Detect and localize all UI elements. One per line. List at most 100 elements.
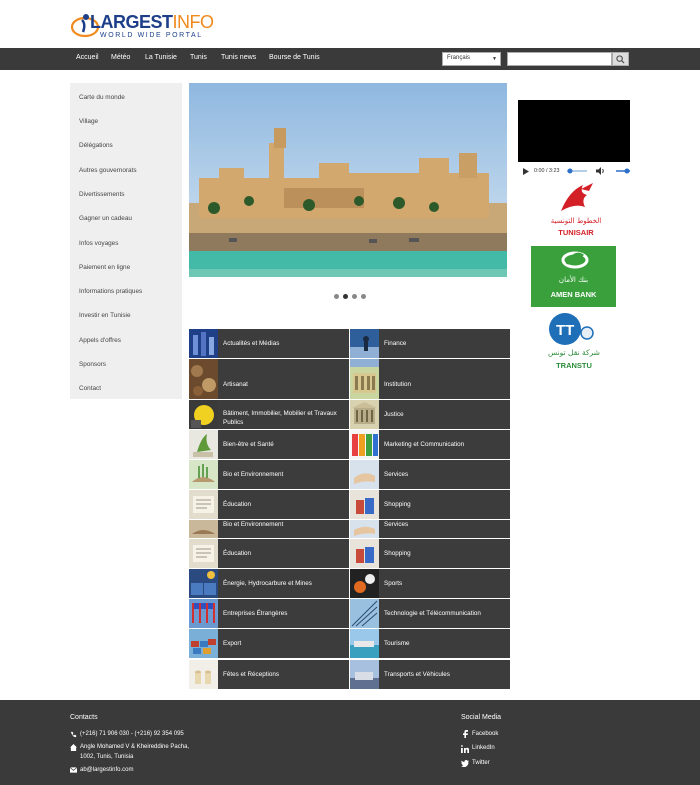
video-player[interactable] — [518, 100, 630, 162]
category-tile[interactable]: Tourisme — [350, 629, 510, 658]
category-tile[interactable]: Export — [189, 629, 349, 658]
sidebar-item-appels-d-offres[interactable]: Appels d'offres — [79, 337, 121, 344]
sidebar-item-carte-du-monde[interactable]: Carte du monde — [79, 94, 125, 101]
sidebar-item-divertissements[interactable]: Divertissements — [79, 191, 124, 198]
category-tile[interactable]: Énergie, Hydrocarbure et Mines — [189, 569, 349, 598]
transtu-tt-logo: TT — [549, 313, 594, 345]
linkedin-icon[interactable] — [461, 745, 469, 753]
nav-item-la-tunisie[interactable]: La Tunisie — [145, 54, 177, 61]
chevron-down-icon: ▼ — [492, 56, 497, 62]
category-label: Bio et Environnement — [223, 521, 284, 528]
category-tile[interactable]: Transports et Véhicules — [350, 660, 510, 689]
category-label: Bien-être et Santé — [223, 441, 274, 448]
category-tile[interactable]: Shopping — [350, 490, 510, 519]
category-thumbnail — [189, 400, 218, 429]
sidebar-item-village[interactable]: Village — [79, 118, 98, 125]
play-icon[interactable] — [523, 168, 529, 175]
category-thumbnail — [350, 490, 379, 519]
sponsor-transtu[interactable]: TT شركة نقل تونس TRANSTU — [543, 311, 605, 373]
home-icon — [70, 744, 77, 751]
footer-social-facebook[interactable]: Facebook — [472, 730, 498, 739]
category-tile[interactable]: Éducation — [189, 539, 349, 568]
category-thumbnail — [189, 569, 218, 598]
category-tile[interactable]: Services — [350, 520, 510, 538]
search-button[interactable] — [612, 52, 629, 66]
sidebar-item-delegations[interactable]: Délégations — [79, 142, 113, 149]
slider-dot[interactable] — [361, 294, 366, 299]
category-tile[interactable]: Bâtiment, Immobilier, Mobilier et Travau… — [189, 400, 349, 429]
category-tile[interactable]: Bien-être et Santé — [189, 430, 349, 459]
footer-social-twitter[interactable]: Twitter — [472, 759, 490, 768]
category-label: Bio et Environnement — [223, 471, 284, 478]
category-thumbnail — [350, 430, 379, 459]
volume-slider[interactable] — [616, 168, 630, 174]
footer-social-linkedin[interactable]: LinkedIn — [472, 744, 495, 753]
category-tile[interactable]: Éducation — [189, 490, 349, 519]
sidebar-item-infos-voyages[interactable]: Infos voyages — [79, 240, 118, 247]
sidebar-item-gagner-un-cadeau[interactable]: Gagner un cadeau — [79, 215, 132, 222]
language-select-value: Français — [447, 55, 471, 61]
site-logo[interactable]: LARGESTINFO WORLD WIDE PORTAL — [70, 10, 214, 42]
category-label: Institution — [384, 381, 411, 388]
tunisair-latin: TUNISAIR — [558, 228, 594, 237]
category-tile[interactable]: Bio et Environnement — [189, 460, 349, 489]
category-thumbnail — [350, 660, 379, 689]
footer-social-title: Social Media — [461, 714, 502, 721]
category-tile[interactable]: Shopping — [350, 539, 510, 568]
tunisair-arabic: الخطوط التونسية — [550, 217, 602, 225]
sidebar-item-contact[interactable]: Contact — [79, 385, 101, 392]
category-label: Entreprises Étrangères — [223, 610, 288, 617]
sponsor-amen-bank[interactable]: بنك الأمان AMEN BANK — [531, 246, 616, 307]
transtu-arabic: شركة نقل تونس — [548, 348, 600, 357]
category-tile[interactable]: Entreprises Étrangères — [189, 599, 349, 628]
nav-item-accueil[interactable]: Accueil — [76, 54, 99, 61]
footer: Contacts (+216) 71 906 030 - (+216) 92 3… — [0, 700, 700, 785]
category-thumbnail — [189, 460, 218, 489]
category-tile[interactable]: Institution — [350, 359, 510, 399]
language-select[interactable]: Français ▼ — [442, 52, 501, 66]
header: LARGESTINFO WORLD WIDE PORTAL — [0, 0, 700, 48]
sidebar-item-paiement-en-ligne[interactable]: Paiement en ligne — [79, 264, 130, 271]
nav-item-tunis-news[interactable]: Tunis news — [221, 54, 256, 61]
sidebar-item-informations-pratiques[interactable]: Informations pratiques — [79, 288, 142, 295]
footer-email[interactable]: ab@largestinfo.com — [80, 766, 133, 775]
category-thumbnail — [189, 539, 218, 568]
category-label: Bâtiment, Immobilier, Mobilier et Travau… — [223, 410, 337, 426]
category-tile[interactable]: Actualités et Médias — [189, 329, 349, 358]
category-tile[interactable]: Bio et Environnement — [189, 520, 349, 538]
category-tile[interactable]: Marketing et Communication — [350, 430, 510, 459]
volume-icon[interactable] — [596, 167, 605, 175]
sidebar-item-autres-gouvernorats[interactable]: Autres gouvernorats — [79, 167, 137, 174]
slider-dot[interactable] — [334, 294, 339, 299]
hero-image-ribat-fortress — [189, 83, 507, 277]
nav-item-tunis[interactable]: Tunis — [190, 54, 207, 61]
category-tile[interactable]: Services — [350, 460, 510, 489]
category-label: Énergie, Hydrocarbure et Mines — [223, 580, 312, 587]
slider-dot[interactable] — [352, 294, 357, 299]
category-tile[interactable]: Justice — [350, 400, 510, 429]
logo-tagline: WORLD WIDE PORTAL — [100, 32, 203, 39]
twitter-icon[interactable] — [461, 760, 469, 767]
footer-contacts-title: Contacts — [70, 714, 98, 721]
slider-dot-active[interactable] — [343, 294, 348, 299]
category-tile[interactable]: Artisanat — [189, 359, 349, 399]
category-thumbnail — [189, 660, 218, 689]
sidebar-item-investir-en-tunisie[interactable]: Investir en Tunisie — [79, 312, 131, 319]
category-tile[interactable]: Finance — [350, 329, 510, 358]
search-input[interactable] — [507, 52, 612, 66]
nav-item-bourse-de-tunis[interactable]: Bourse de Tunis — [269, 54, 320, 61]
sidebar-item-sponsors[interactable]: Sponsors — [79, 361, 106, 368]
category-tile[interactable]: Technologie et Télécommunication — [350, 599, 510, 628]
category-label: Tourisme — [384, 640, 410, 647]
sponsor-tunisair[interactable]: الخطوط التونسية TUNISAIR — [541, 181, 611, 241]
seek-slider[interactable] — [567, 168, 587, 174]
hero-slider[interactable] — [189, 83, 507, 277]
category-tile[interactable]: Fêtes et Réceptions — [189, 660, 349, 689]
category-label: Shopping — [384, 550, 411, 557]
category-tile[interactable]: Sports — [350, 569, 510, 598]
category-label: Éducation — [223, 550, 252, 557]
category-thumbnail — [189, 359, 218, 399]
nav-item-meteo[interactable]: Météo — [111, 54, 130, 61]
facebook-icon[interactable] — [462, 730, 468, 738]
amen-bank-arabic: بنك الأمان — [558, 276, 589, 284]
